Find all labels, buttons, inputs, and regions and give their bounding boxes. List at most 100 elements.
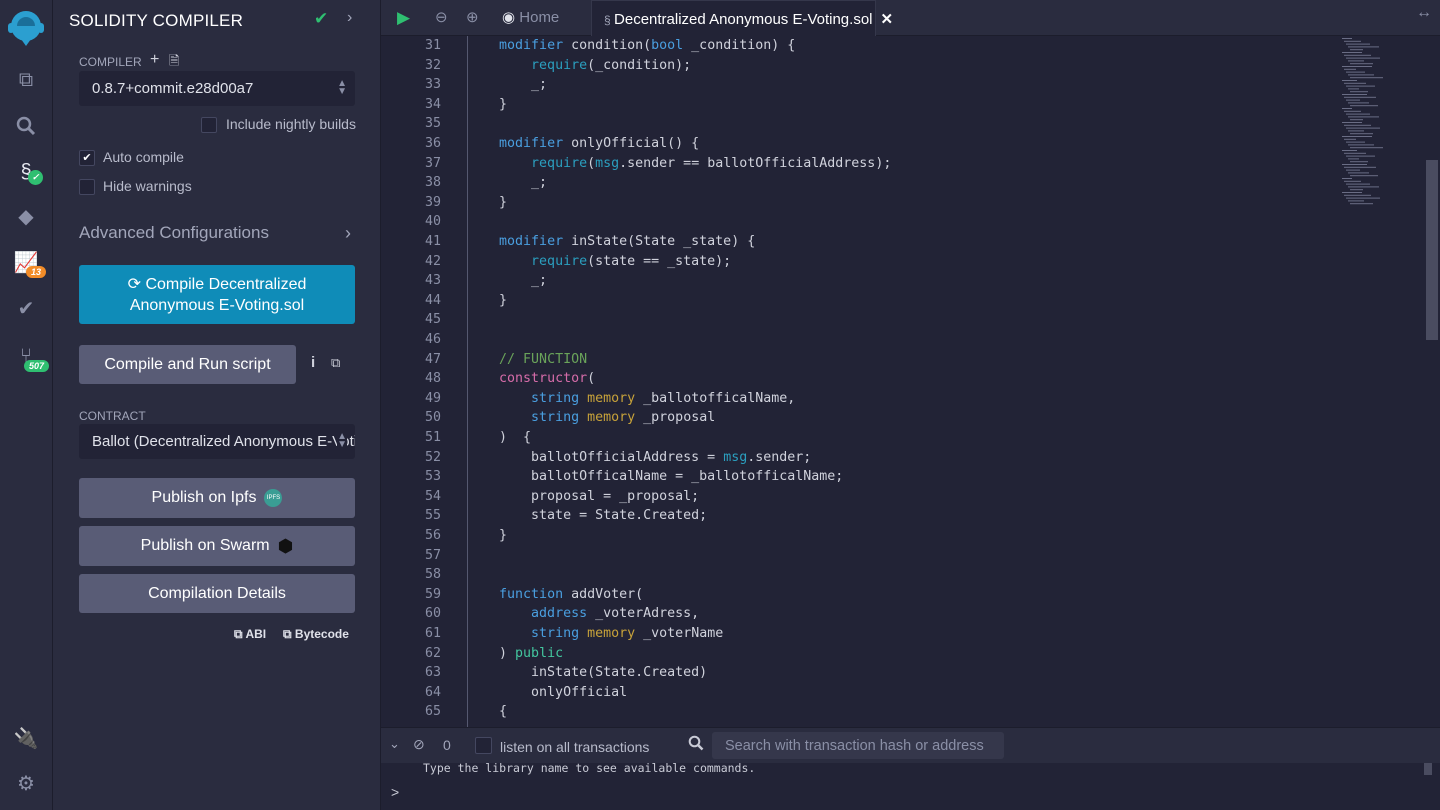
remix-logo-icon[interactable]: [4, 6, 48, 50]
code-token: .sender == ballotOfficialAddress);: [619, 155, 892, 171]
code-token: ) {: [467, 430, 532, 445]
compilation-details-button[interactable]: Compilation Details: [79, 574, 355, 613]
contract-label: CONTRACT: [79, 409, 146, 423]
minimap-line: [1348, 46, 1379, 48]
editor: ▶ ⊖ ⊕ ◉ Home § Decentralized Anonymous E…: [381, 0, 1440, 727]
minimap-line: [1346, 183, 1370, 185]
hide-warnings-checkbox[interactable]: [79, 179, 95, 195]
expand-icon[interactable]: ↔: [1416, 4, 1432, 22]
add-compiler-icon[interactable]: +: [150, 51, 159, 69]
collapse-terminal-icon[interactable]: ⌄: [389, 736, 400, 752]
line-number: 60: [424, 606, 441, 622]
copy-bytecode-button[interactable]: ⧉ Bytecode: [283, 627, 349, 642]
minimap-line: [1342, 164, 1367, 165]
line-number: 65: [424, 704, 441, 720]
deploy-run-icon[interactable]: ◆: [10, 200, 42, 232]
minimap[interactable]: [1336, 36, 1426, 727]
code-editor[interactable]: 31 modifier condition(bool _condition) {…: [381, 36, 1336, 727]
clear-console-icon[interactable]: ⊘: [413, 736, 425, 753]
analysis-icon[interactable]: 📈 13: [10, 246, 47, 278]
line-number: 31: [424, 38, 441, 53]
line-number: 62: [424, 645, 441, 661]
bytecode-label: Bytecode: [294, 627, 349, 641]
code-line: }: [467, 95, 507, 115]
compile-button[interactable]: ⟳ Compile Decentralized Anonymous E-Voti…: [79, 265, 355, 324]
advanced-configurations-toggle[interactable]: Advanced Configurations: [79, 223, 269, 243]
code-token: // FUNCTION: [499, 351, 588, 367]
ipfs-icon: IPFS: [264, 489, 283, 507]
code-token: addVoter(: [563, 586, 644, 602]
close-tab-icon[interactable]: ✕: [881, 11, 894, 28]
code-line: _;: [467, 173, 547, 193]
minimap-line: [1344, 96, 1376, 98]
line-number: 39: [424, 194, 441, 210]
minimap-line: [1350, 189, 1363, 191]
settings-icon[interactable]: ⚙: [10, 767, 42, 799]
code-line: // FUNCTION: [467, 350, 587, 370]
minimap-line: [1346, 57, 1380, 59]
minimap-line: [1346, 99, 1360, 101]
minimap-line: [1344, 194, 1371, 196]
zoom-out-icon[interactable]: ⊖: [435, 8, 448, 26]
editor-scrollbar[interactable]: [1426, 160, 1438, 340]
refresh-icon: ⟳: [127, 275, 146, 293]
git-icon[interactable]: ⑂ 507: [10, 340, 50, 372]
run-script-icon[interactable]: ▶: [397, 8, 410, 28]
compiler-version-select[interactable]: 0.8.7+commit.e28d00a7 ▲ ▼: [79, 71, 355, 106]
line-number: 40: [424, 214, 441, 230]
chevron-right-icon[interactable]: ›: [347, 9, 352, 27]
auto-compile-label: Auto compile: [103, 149, 184, 165]
terminal-prompt[interactable]: >: [391, 784, 399, 800]
minimap-line: [1350, 63, 1373, 65]
compile-and-run-button[interactable]: Compile and Run script: [79, 345, 296, 384]
code-token: _condition) {: [683, 38, 796, 53]
copy-icon[interactable]: ⧉: [331, 355, 340, 371]
chevron-right-icon[interactable]: ›: [345, 223, 351, 244]
code-token: string: [531, 626, 580, 641]
tab-home[interactable]: ◉ Home: [502, 8, 559, 26]
code-line: _;: [467, 271, 547, 291]
check-icon: ✓: [28, 170, 43, 185]
zoom-in-icon[interactable]: ⊕: [466, 8, 479, 26]
info-icon[interactable]: i: [311, 354, 315, 371]
transaction-search-input[interactable]: [712, 732, 1004, 759]
line-number: 55: [424, 508, 441, 524]
testing-icon[interactable]: ✔: [10, 292, 42, 324]
minimap-line: [1348, 200, 1364, 202]
minimap-line: [1346, 43, 1370, 45]
code-line: proposal = _proposal;: [467, 487, 699, 507]
publish-ipfs-label: Publish on Ipfs: [151, 489, 257, 506]
editor-tabs: ▶ ⊖ ⊕ ◉ Home § Decentralized Anonymous E…: [381, 0, 1440, 36]
compile-button-label: Compile Decentralized: [145, 275, 307, 293]
code-line: string memory _voterName: [467, 624, 723, 644]
file-explorer-icon[interactable]: ⧉: [10, 64, 42, 96]
solidity-compiler-icon[interactable]: § ✓: [10, 156, 43, 188]
line-number: 53: [424, 469, 441, 485]
publish-swarm-button[interactable]: Publish on Swarm ⬢: [79, 526, 355, 566]
code-token: memory: [587, 626, 636, 641]
minimap-line: [1350, 49, 1363, 51]
terminal-scrollbar[interactable]: [1424, 763, 1432, 775]
tab-file[interactable]: § Decentralized Anonymous E-Voting.sol ✕: [591, 0, 893, 36]
auto-compile-checkbox[interactable]: ✔: [79, 150, 95, 166]
code-line: }: [467, 193, 507, 213]
publish-ipfs-button[interactable]: Publish on Ipfs IPFS: [79, 478, 355, 518]
plugin-manager-icon[interactable]: 🔌: [10, 722, 42, 754]
search-icon[interactable]: [10, 110, 42, 142]
swarm-icon: ⬢: [277, 535, 294, 556]
code-line: {: [467, 702, 507, 722]
minimap-line: [1342, 178, 1352, 179]
minimap-line: [1344, 40, 1361, 42]
minimap-line: [1342, 38, 1352, 39]
minimap-line: [1346, 141, 1365, 143]
code-token: _voterName: [635, 626, 724, 641]
contract-select[interactable]: Ballot (Decentralized Anonymous E-Voting…: [79, 424, 355, 459]
copy-abi-button[interactable]: ⧉ ABI: [234, 627, 266, 642]
listen-checkbox[interactable]: [475, 737, 492, 754]
search-icon: [688, 735, 704, 756]
include-nightly-checkbox[interactable]: [201, 117, 217, 133]
